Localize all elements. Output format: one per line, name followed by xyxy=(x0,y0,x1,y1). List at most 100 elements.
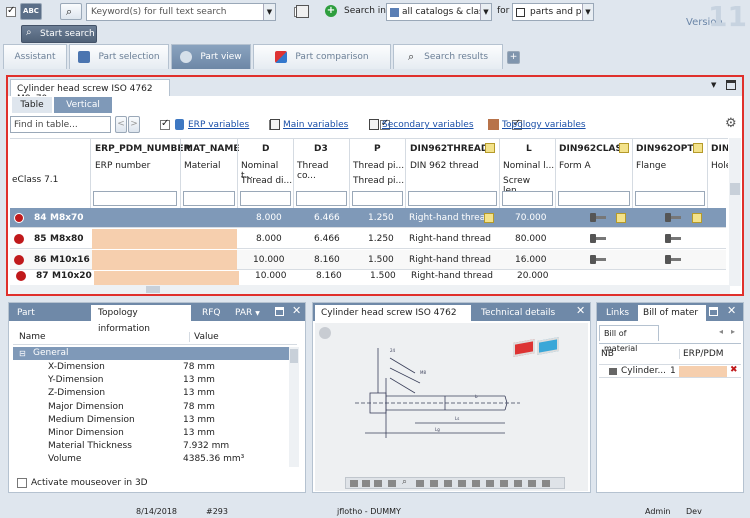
tab-part-comparison[interactable]: Part comparison xyxy=(253,44,391,69)
maximize-icon[interactable] xyxy=(275,307,284,316)
table-row[interactable]: 84 M8x70 8.000 6.466 1.250 Right-hand th… xyxy=(10,208,726,228)
tab-rfq[interactable]: RFQ xyxy=(194,305,222,321)
view-tool-icon[interactable] xyxy=(374,480,382,487)
catalog-select[interactable]: all catalogs & classi ▼ xyxy=(386,3,492,21)
view-tool-icon[interactable] xyxy=(350,480,358,487)
prev-button[interactable]: < xyxy=(115,116,127,133)
table-vscrollbar[interactable] xyxy=(729,138,741,286)
close-icon[interactable]: ✕ xyxy=(576,304,585,317)
bom-subtab[interactable]: Bill of material xyxy=(599,325,659,353)
col-header-material[interactable]: MAT_NAME Material xyxy=(180,139,239,209)
close-icon[interactable]: ✕ xyxy=(292,304,301,317)
zoom-icon[interactable]: ⌕ xyxy=(402,477,407,487)
main-variables-link[interactable]: Main variables xyxy=(283,120,348,130)
settings-gear-icon[interactable]: ⚙ xyxy=(725,116,737,131)
edit-icon[interactable] xyxy=(619,143,629,153)
tab-part-selection[interactable]: Part selection xyxy=(69,44,169,69)
erp-variables-checkbox[interactable] xyxy=(160,118,170,130)
view-tool-icon[interactable] xyxy=(430,480,438,487)
tab-part-information[interactable]: Part information xyxy=(11,305,89,334)
col-header-d3[interactable]: D3 Thread co... xyxy=(293,139,349,209)
mouseover-checkbox[interactable] xyxy=(17,478,27,488)
erp-empty-cell[interactable] xyxy=(679,366,727,377)
edit-icon[interactable] xyxy=(693,143,703,153)
view-tool-icon[interactable] xyxy=(388,480,396,487)
scroll-left-icon[interactable]: ◂ xyxy=(719,327,723,336)
view-tool-icon[interactable] xyxy=(416,480,424,487)
back-icon[interactable] xyxy=(319,327,331,339)
add-tab-button[interactable]: + xyxy=(507,51,520,64)
maximize-icon[interactable] xyxy=(709,307,718,316)
table-row[interactable]: 85 M8x80 8.000 6.466 1.250 Right-hand th… xyxy=(10,229,726,249)
tab-bill-of-material[interactable]: Bill of mater xyxy=(638,305,706,321)
empty-erp-cell[interactable] xyxy=(92,229,237,249)
bom-row[interactable]: Cylinder... 1 ✖ xyxy=(599,364,741,378)
start-search-button[interactable]: ⌕ Start search xyxy=(21,25,97,43)
table-panel-title-tab[interactable]: Cylinder head screw ISO 4762 M8x70 xyxy=(10,79,170,104)
tab-links[interactable]: Links xyxy=(599,305,633,321)
col-header-p[interactable]: P Thread pi... Thread pi... xyxy=(349,139,405,209)
col-header-din962thread[interactable]: DIN962THREAD DIN 962 thread xyxy=(405,139,499,209)
edit-icon[interactable] xyxy=(616,213,626,223)
tab-part-view[interactable]: Part view xyxy=(171,44,251,69)
maximize-icon[interactable] xyxy=(726,80,736,90)
col-filter-input[interactable] xyxy=(635,191,705,206)
view-tool-icon[interactable] xyxy=(362,480,370,487)
empty-erp-cell[interactable] xyxy=(94,271,239,286)
scroll-thumb[interactable] xyxy=(290,349,298,363)
topology-variables-link[interactable]: Topology variables xyxy=(502,120,586,130)
view-tool-icon[interactable] xyxy=(444,480,452,487)
empty-erp-cell[interactable] xyxy=(92,250,237,270)
col-filter-input[interactable] xyxy=(558,191,630,206)
delete-icon[interactable]: ✖ xyxy=(730,365,738,375)
edit-icon[interactable] xyxy=(692,213,702,223)
dropdown-arrow-icon[interactable]: ▼ xyxy=(263,4,275,20)
col-filter-input[interactable] xyxy=(352,191,403,206)
scroll-thumb[interactable] xyxy=(730,183,740,195)
panel-menu-icon[interactable]: ▼ xyxy=(711,81,716,89)
fulltext-checkbox[interactable] xyxy=(6,5,16,17)
view-tool-icon[interactable] xyxy=(500,480,508,487)
dropdown-arrow-icon[interactable]: ▼ xyxy=(480,4,491,20)
scroll-thumb[interactable] xyxy=(146,286,160,293)
tab-search-results[interactable]: ⌕ Search results xyxy=(393,44,503,69)
scroll-right-icon[interactable]: ▸ xyxy=(731,327,735,336)
tab-topology-information[interactable]: Topology information xyxy=(91,305,191,334)
col-header-l[interactable]: L Nominal l... Screw len... xyxy=(499,139,555,209)
add-icon[interactable]: + xyxy=(325,5,337,17)
subtab-table[interactable]: Table xyxy=(12,97,52,113)
col-filter-input[interactable] xyxy=(183,191,235,206)
edit-icon[interactable] xyxy=(485,143,495,153)
find-in-table-input[interactable]: Find in table... xyxy=(10,116,111,133)
view-tool-icon[interactable] xyxy=(514,480,522,487)
tab-viewer-title[interactable]: Cylinder head screw ISO 4762 M8x70 xyxy=(315,305,471,334)
subtab-vertical[interactable]: Vertical xyxy=(54,97,112,113)
secondary-variables-link[interactable]: Secondary variables xyxy=(382,120,474,130)
col-header-din962opt1[interactable]: DIN962OPT1 Flange xyxy=(632,139,707,209)
table-row[interactable]: 86 M10x16 10.000 8.160 1.500 Right-hand … xyxy=(10,250,726,270)
search-input[interactable]: Keyword(s) for full text search ▼ xyxy=(86,3,276,21)
tab-technical-details[interactable]: Technical details (3)▼ xyxy=(475,305,567,334)
col-filter-input[interactable] xyxy=(408,191,497,206)
search-mode-button[interactable]: ⌕ xyxy=(60,3,82,20)
view-tool-icon[interactable] xyxy=(542,480,550,487)
view-tool-icon[interactable] xyxy=(486,480,494,487)
table-row-partial[interactable]: 87 M10x20 10.000 8.160 1.500 Right-hand … xyxy=(12,271,728,286)
col-header-d[interactable]: D Nominal t... Thread di... xyxy=(237,139,293,209)
erp-variables-link[interactable]: ERP variables xyxy=(188,120,249,130)
col-header-erp[interactable]: ERP_PDM_NUMBER ERP number xyxy=(90,139,190,209)
edit-icon[interactable] xyxy=(484,213,494,223)
book-icon[interactable] xyxy=(296,5,309,18)
next-button[interactable]: > xyxy=(128,116,140,133)
close-icon[interactable]: ✕ xyxy=(727,304,736,317)
props-group-row[interactable]: ⊟ General xyxy=(13,347,289,360)
abc-toggle-button[interactable]: ABC xyxy=(20,3,42,20)
col-header-din962class[interactable]: DIN962CLASS Form A xyxy=(555,139,632,209)
view-tool-icon[interactable] xyxy=(528,480,536,487)
props-vscrollbar[interactable] xyxy=(289,347,299,467)
tab-assistant[interactable]: Assistant xyxy=(3,44,67,69)
table-hscrollbar[interactable] xyxy=(10,285,730,294)
col-filter-input[interactable] xyxy=(502,191,553,206)
parts-select[interactable]: parts and pa ▼ xyxy=(512,3,594,21)
tab-par[interactable]: PAR ▼ xyxy=(229,305,265,321)
